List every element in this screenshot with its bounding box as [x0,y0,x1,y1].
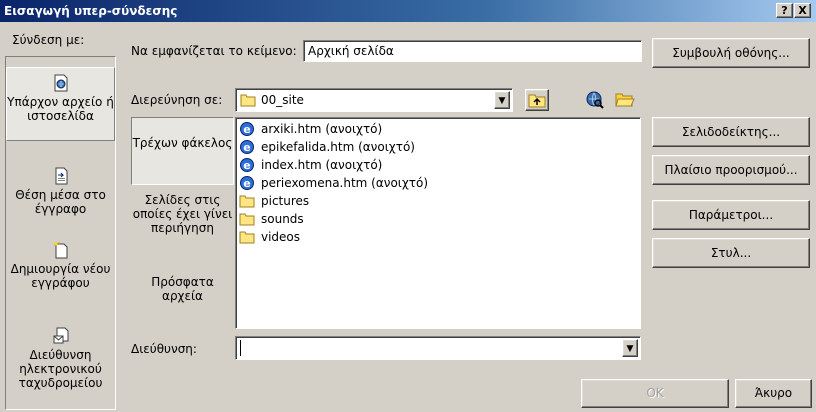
text-cursor [240,340,241,356]
file-list-item[interactable]: e arxiki.htm (ανοιχτό) [239,120,637,138]
ok-button[interactable]: OK [581,379,729,408]
chevron-down-icon: ▼ [498,96,506,106]
text-to-display-input[interactable]: Αρχική σελίδα [303,40,642,62]
look-in-value: 00_site [261,93,304,107]
nav-recent-files[interactable]: Πρόσφατα αρχεία [131,275,234,315]
file-list-item[interactable]: pictures [239,192,637,210]
web-page-icon: e [240,140,254,154]
open-folder-icon [615,93,635,107]
browse-web-icon [586,91,604,109]
file-name: arxiki.htm (ανοιχτό) [261,122,383,136]
file-name: pictures [261,194,310,208]
look-in-dropdown-button[interactable]: ▼ [494,91,510,109]
nav-browsed-pages[interactable]: Σελίδες στις οποίες έχει γίνει περιήγηση [131,193,234,243]
browse-web-button[interactable] [583,89,607,111]
browse-file-button[interactable] [613,89,637,111]
web-page-icon: e [240,158,254,172]
link-place-in-document-label: Θέση μέσα στο έγγραφο [15,188,106,216]
file-list-item[interactable]: e periexomena.htm (ανοιχτό) [239,174,637,192]
new-document-icon [53,242,67,259]
file-list-item[interactable]: e epikefalida.htm (ανοιχτό) [239,138,637,156]
close-button[interactable]: X [794,3,811,18]
chevron-down-icon: ▼ [626,344,634,354]
link-place-in-document-button[interactable]: Θέση μέσα στο έγγραφο [6,167,115,223]
folder-icon [240,94,256,107]
nav-browsed-pages-label: Σελίδες στις οποίες έχει γίνει περιήγηση [132,193,233,235]
screen-tip-button[interactable]: Συμβουλή οθόνης... [652,38,810,68]
up-one-folder-button[interactable] [525,89,549,111]
file-name: sounds [261,212,304,226]
file-name: epikefalida.htm (ανοιχτό) [261,140,415,154]
nav-current-folder-label: Τρέχων φάκελος [132,136,233,150]
link-new-document-button[interactable]: Δημιουργία νέου εγγράφου [6,241,115,311]
svg-text:e: e [243,159,250,172]
address-label: Διεύθυνση: [131,342,197,356]
existing-file-icon [54,74,67,92]
link-email-address-label: Διεύθυνση ηλεκτρονικού ταχυδρομείου [18,348,103,390]
file-list-item[interactable]: sounds [239,210,637,228]
target-frame-button[interactable]: Πλαίσιο προορισμού... [652,155,810,185]
svg-text:e: e [243,141,250,154]
web-page-icon: e [240,176,254,190]
address-dropdown-button[interactable]: ▼ [622,339,638,357]
file-name: periexomena.htm (ανοιχτό) [261,176,429,190]
folder-icon [239,213,255,226]
bookmark-button[interactable]: Σελιδοδείκτης... [652,117,810,147]
folder-icon [239,195,255,208]
link-to-label: Σύνδεση με: [12,33,85,47]
text-to-display-value: Αρχική σελίδα [308,44,394,58]
up-folder-icon [528,94,546,108]
email-address-icon [53,327,68,344]
file-list[interactable]: e arxiki.htm (ανοιχτό) e epikefalida.htm (α… [235,117,641,329]
web-page-icon: e [240,122,254,136]
look-in-label: Διερεύνηση σε: [131,93,223,107]
link-new-document-label: Δημιουργία νέου εγγράφου [10,262,111,290]
window-title: Εισαγωγή υπερ-σύνδεσης [4,4,178,18]
file-list-item[interactable]: e index.htm (ανοιχτό) [239,156,637,174]
link-existing-file-label: Υπάρχον αρχείο ή ιστοσελίδα [7,95,114,123]
cancel-button[interactable]: Άκυρο [735,379,812,408]
link-existing-file-button[interactable]: Υπάρχον αρχείο ή ιστοσελίδα [6,67,115,141]
file-list-item[interactable]: videos [239,228,637,246]
svg-text:e: e [243,177,250,190]
place-in-document-icon [55,167,67,185]
look-in-combo[interactable]: 00_site ▼ [235,88,513,112]
parameters-button[interactable]: Παράμετροι... [652,200,810,230]
help-button[interactable]: ? [776,3,793,18]
file-name: videos [261,230,301,244]
link-to-bar: Υπάρχον αρχείο ή ιστοσελίδα Θέση μέσα στ… [5,56,116,410]
address-combo[interactable]: ▼ [235,336,641,360]
browse-navigation: Τρέχων φάκελος Σελίδες στις οποίες έχει … [131,117,234,329]
text-to-display-label: Να εμφανίζεται το κείμενο: [131,44,297,58]
nav-current-folder[interactable]: Τρέχων φάκελος [131,117,234,185]
file-name: index.htm (ανοιχτό) [261,158,383,172]
link-email-address-button[interactable]: Διεύθυνση ηλεκτρονικού ταχυδρομείου [6,327,115,399]
style-button[interactable]: Στυλ... [652,238,810,268]
title-bar: Εισαγωγή υπερ-σύνδεσης ? X [0,0,816,22]
folder-icon [239,231,255,244]
svg-text:e: e [243,123,250,136]
nav-recent-files-label: Πρόσφατα αρχεία [151,275,214,303]
